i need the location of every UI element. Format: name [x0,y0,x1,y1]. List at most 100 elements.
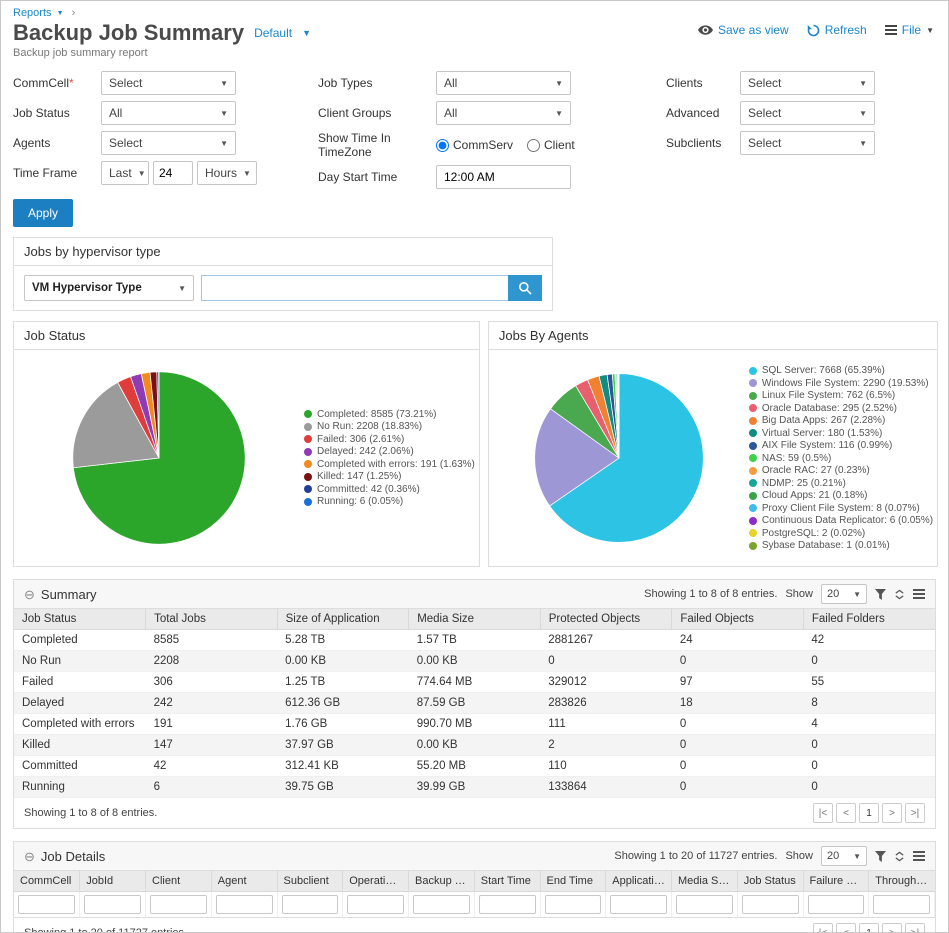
job-status-select[interactable]: All▼ [101,101,236,125]
legend-item-killed[interactable]: Killed: 147 (1.25%) [304,471,475,482]
job-types-select[interactable]: All▼ [436,71,571,95]
legend-item-nas[interactable]: NAS: 59 (0.5%) [749,453,933,464]
table-row[interactable]: Completed85855.28 TB1.57 TB28812672442 [14,630,935,651]
details-column-backup-type[interactable]: Backup Type [409,871,475,892]
prev-page-button[interactable]: < [836,923,856,933]
file-menu-button[interactable]: File ▼ [885,23,934,37]
legend-item-big-data-apps[interactable]: Big Data Apps: 267 (2.28%) [749,415,933,426]
table-row[interactable]: Committed42312.41 KB55.20 MB11000 [14,756,935,777]
menu-icon[interactable] [913,589,925,599]
timezone-commserv-option[interactable]: CommServ [436,138,513,152]
summary-column-failed-objects[interactable]: Failed Objects [672,609,804,630]
details-column-start-time[interactable]: Start Time [474,871,540,892]
first-page-button[interactable]: |< [813,803,833,823]
legend-item-completed-with-errors[interactable]: Completed with errors: 191 (1.63%) [304,459,475,470]
details-column-end-time[interactable]: End Time [540,871,606,892]
column-filter-input-agent[interactable] [216,895,273,914]
current-page-button[interactable]: 1 [859,803,879,823]
legend-item-running[interactable]: Running: 6 (0.05%) [304,496,475,507]
refresh-button[interactable]: Refresh [807,23,867,37]
details-column-jobid[interactable]: JobId [80,871,146,892]
hypervisor-search-input[interactable] [201,275,508,301]
summary-column-size-of-application[interactable]: Size of Application [277,609,409,630]
legend-item-virtual-server[interactable]: Virtual Server: 180 (1.53%) [749,428,933,439]
last-page-button[interactable]: >| [905,803,925,823]
legend-item-sybase-database[interactable]: Sybase Database: 1 (0.01%) [749,540,933,551]
table-row[interactable]: No Run22080.00 KB0.00 KB000 [14,651,935,672]
timezone-commserv-radio[interactable] [436,139,449,152]
current-page-button[interactable]: 1 [859,923,879,933]
expand-icon[interactable] [894,589,905,600]
legend-item-windows-file-system[interactable]: Windows File System: 2290 (19.53%) [749,378,933,389]
legend-item-linux-file-system[interactable]: Linux File System: 762 (6.5%) [749,390,933,401]
summary-column-failed-folders[interactable]: Failed Folders [803,609,935,630]
column-filter-input-subclient[interactable] [282,895,339,914]
timezone-client-option[interactable]: Client [527,138,575,152]
column-filter-input-job-status[interactable] [742,895,799,914]
commcell-select[interactable]: Select▼ [101,71,236,95]
advanced-select[interactable]: Select▼ [740,101,875,125]
expand-icon[interactable] [894,851,905,862]
summary-column-protected-objects[interactable]: Protected Objects [540,609,672,630]
prev-page-button[interactable]: < [836,803,856,823]
table-row[interactable]: Failed3061.25 TB774.64 MB3290129755 [14,672,935,693]
legend-item-delayed[interactable]: Delayed: 242 (2.06%) [304,446,475,457]
column-filter-input-operation-ty[interactable] [347,895,404,914]
table-row[interactable]: Killed14737.97 GB0.00 KB200 [14,735,935,756]
clients-select[interactable]: Select▼ [740,71,875,95]
client-groups-select[interactable]: All▼ [436,101,571,125]
collapse-icon[interactable]: ⊖ [24,588,35,601]
details-column-throughput[interactable]: Throughput (... [869,871,935,892]
legend-item-proxy-client-file-system[interactable]: Proxy Client File System: 8 (0.07%) [749,503,933,514]
search-button[interactable] [508,275,542,301]
column-filter-input-throughput[interactable] [873,895,930,914]
timezone-client-radio[interactable] [527,139,540,152]
legend-item-ndmp[interactable]: NDMP: 25 (0.21%) [749,478,933,489]
next-page-button[interactable]: > [882,803,902,823]
legend-item-sql-server[interactable]: SQL Server: 7668 (65.39%) [749,365,933,376]
legend-item-committed[interactable]: Committed: 42 (0.36%) [304,484,475,495]
time-frame-period-select[interactable]: Hours▼ [197,161,257,185]
column-filter-input-jobid[interactable] [84,895,141,914]
summary-column-job-status[interactable]: Job Status [14,609,146,630]
filter-icon[interactable] [875,589,886,600]
legend-item-completed[interactable]: Completed: 8585 (73.21%) [304,409,475,420]
page-size-select[interactable]: 20▼ [821,846,867,866]
table-row[interactable]: Completed with errors1911.76 GB990.70 MB… [14,714,935,735]
details-column-application-s[interactable]: Application S... [606,871,672,892]
column-filter-input-backup-type[interactable] [413,895,470,914]
save-as-view-button[interactable]: Save as view [698,23,789,37]
table-row[interactable]: Running639.75 GB39.99 GB13386400 [14,777,935,798]
subclients-select[interactable]: Select▼ [740,131,875,155]
column-filter-input-application-s[interactable] [610,895,667,914]
legend-item-oracle-rac[interactable]: Oracle RAC: 27 (0.23%) [749,465,933,476]
summary-column-total-jobs[interactable]: Total Jobs [146,609,278,630]
last-page-button[interactable]: >| [905,923,925,933]
column-filter-input-media-size[interactable] [676,895,733,914]
column-filter-input-start-time[interactable] [479,895,536,914]
view-selector[interactable]: Default [254,26,292,40]
details-column-job-status[interactable]: Job Status [737,871,803,892]
legend-item-aix-file-system[interactable]: AIX File System: 116 (0.99%) [749,440,933,451]
details-column-agent[interactable]: Agent [211,871,277,892]
first-page-button[interactable]: |< [813,923,833,933]
page-size-select[interactable]: 20▼ [821,584,867,604]
time-frame-value-input[interactable] [153,161,193,185]
details-column-operation-ty[interactable]: Operation Ty... [343,871,409,892]
next-page-button[interactable]: > [882,923,902,933]
hypervisor-type-select[interactable]: VM Hypervisor Type▼ [24,275,194,301]
legend-item-failed[interactable]: Failed: 306 (2.61%) [304,434,475,445]
time-frame-unit-select[interactable]: Last▼ [101,161,149,185]
breadcrumb-reports-link[interactable]: Reports [13,7,52,19]
agents-select[interactable]: Select▼ [101,131,236,155]
column-filter-input-commcell[interactable] [18,895,75,914]
legend-item-postgresql[interactable]: PostgreSQL: 2 (0.02%) [749,528,933,539]
menu-icon[interactable] [913,851,925,861]
summary-column-media-size[interactable]: Media Size [409,609,541,630]
column-filter-input-end-time[interactable] [545,895,602,914]
details-column-failure-reas[interactable]: Failure Reas... [803,871,869,892]
legend-item-oracle-database[interactable]: Oracle Database: 295 (2.52%) [749,403,933,414]
collapse-icon[interactable]: ⊖ [24,850,35,863]
details-column-client[interactable]: Client [146,871,212,892]
filter-icon[interactable] [875,851,886,862]
